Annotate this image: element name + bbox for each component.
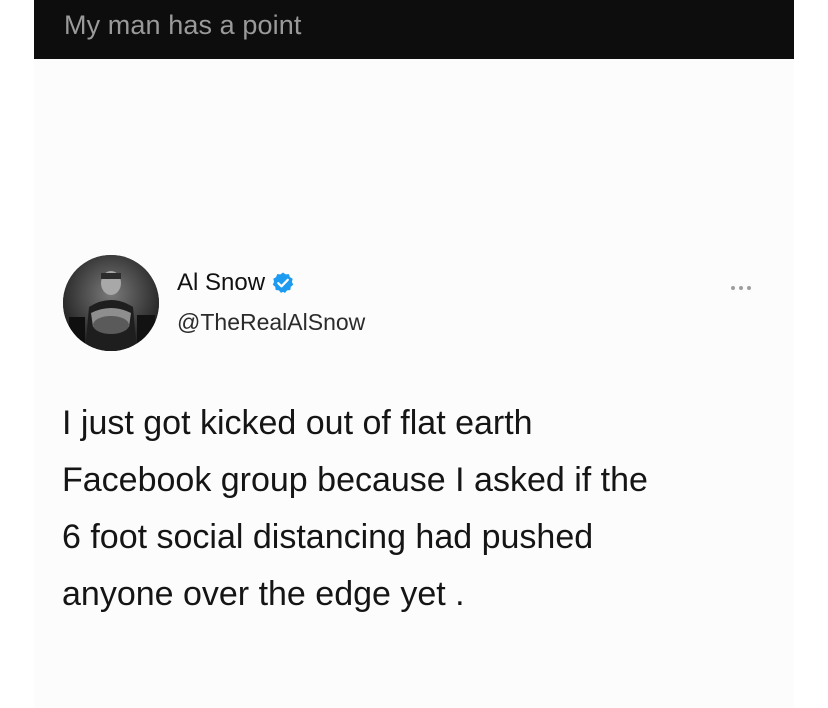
caption-bar: My man has a point xyxy=(34,0,794,59)
tweet-text: I just got kicked out of flat earth Face… xyxy=(62,395,762,623)
tweet-text-line: Facebook group because I asked if the xyxy=(62,461,648,499)
tweet-text-line: 6 foot social distancing had pushed xyxy=(62,518,594,556)
verified-badge-icon xyxy=(271,271,295,295)
tweet-text-line: I just got kicked out of flat earth xyxy=(62,404,533,442)
more-dot xyxy=(747,286,751,290)
meme-frame: My man has a point Al Snow @TheRealAlSno… xyxy=(34,0,794,708)
user-handle[interactable]: @TheRealAlSnow xyxy=(177,309,365,336)
name-row: Al Snow xyxy=(177,269,295,297)
caption-text: My man has a point xyxy=(64,10,302,40)
tweet-text-line: anyone over the edge yet . xyxy=(62,575,465,613)
display-name[interactable]: Al Snow xyxy=(177,269,265,297)
more-dot xyxy=(731,286,735,290)
tweet-card: Al Snow @TheRealAlSnow I just got kicked… xyxy=(34,59,794,708)
more-options-icon[interactable] xyxy=(731,283,759,293)
more-dot xyxy=(739,286,743,290)
avatar-photo xyxy=(63,255,159,351)
avatar[interactable] xyxy=(63,255,159,351)
